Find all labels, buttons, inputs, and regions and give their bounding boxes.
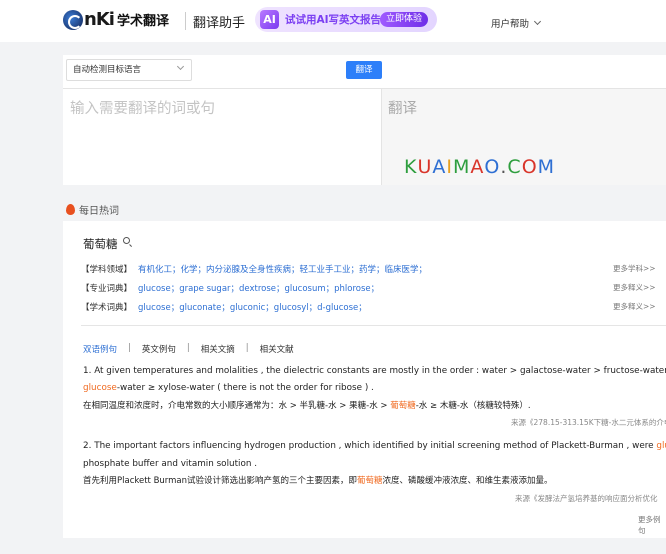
- more-examples-link[interactable]: 更多例句: [638, 514, 666, 536]
- highlight: 葡萄糖: [390, 401, 416, 411]
- user-help-label: 用户帮助: [491, 19, 530, 30]
- hot-words-title: 每日热词: [79, 206, 119, 217]
- example-1-source[interactable]: 来源《278.15-313.15K下糖-水二元体系的介电常数: [511, 417, 666, 428]
- highlight: glucos: [656, 441, 666, 451]
- example-1-en-line-2: glucose-water ≥ xylose-water ( there is …: [83, 381, 374, 396]
- more-meanings-link[interactable]: 更多释义>>: [613, 282, 656, 293]
- dict-row-professional: 【专业词典】 glucose；grape sugar；dextrose；gluc…: [81, 282, 661, 294]
- user-help-menu[interactable]: 用户帮助: [491, 16, 542, 30]
- dict-row-tag: 【专业词典】: [81, 284, 133, 294]
- dict-row-subject: 【学科领域】 有机化工；化学；内分泌腺及全身性疾病；轻工业手工业；药学；临床医学…: [81, 263, 661, 275]
- tab-related-abstracts[interactable]: 相关文摘: [201, 343, 235, 355]
- example-2-zh: 首先利用Plackett Burman试验设计筛选出影响产氢的三个主要因素，即葡…: [83, 474, 553, 489]
- ai-promo-banner[interactable]: AI 试试用AI写英文报告 立即体验: [255, 7, 437, 32]
- example-text: 在相同温度和浓度时，介电常数的大小顺序通常为：水 > 半乳糖-水 > 果糖-水 …: [83, 401, 391, 411]
- translation-output: 翻译 KUAIMAO.COM: [382, 88, 666, 185]
- source-placeholder: 输入需要翻译的词或句: [70, 101, 215, 117]
- translation-label: 翻译: [388, 101, 417, 117]
- daily-hot-words: 每日热词: [66, 202, 119, 217]
- source-text-input[interactable]: 输入需要翻译的词或句: [63, 88, 382, 185]
- divider: [81, 325, 666, 326]
- dict-row-items[interactable]: glucose；gluconate；gluconic；glucosyl；d-gl…: [138, 301, 367, 313]
- fire-icon: [66, 204, 75, 215]
- target-language-select[interactable]: 自动检测目标语言: [66, 59, 192, 81]
- translate-button[interactable]: 翻译: [346, 61, 382, 79]
- translate-panel: 自动检测目标语言 翻译 输入需要翻译的词或句 翻译 KUAIMAO.COM: [63, 55, 666, 185]
- highlight: 葡萄糖: [357, 476, 383, 486]
- example-text: 浓度、磷酸缓冲液浓度、和维生素液添加量。: [382, 476, 553, 486]
- chevron-down-icon: [176, 62, 185, 71]
- tab-separator: |: [128, 343, 131, 353]
- header-divider: [185, 12, 186, 30]
- example-text: 首先利用Plackett Burman试验设计筛选出影响产氢的三个主要因素，即: [83, 476, 358, 486]
- dict-row-academic: 【学术词典】 glucose；gluconate；gluconic；glucos…: [81, 301, 661, 313]
- example-text: -水 ≥ 木糖-水（核糖较特殊）.: [415, 401, 531, 411]
- ai-icon: AI: [260, 10, 279, 29]
- logo-title: 学术翻译: [116, 14, 169, 29]
- dict-row-items[interactable]: 有机化工；化学；内分泌腺及全身性疾病；轻工业手工业；药学；临床医学；: [138, 263, 427, 275]
- example-2-source[interactable]: 来源《发酵法产氢培养基的响应面分析优化: [515, 493, 658, 504]
- sub-title: 翻译助手: [193, 16, 246, 31]
- target-language-value: 自动检测目标语言: [73, 65, 142, 75]
- headword-text: 葡萄糖: [83, 237, 118, 251]
- tab-related-literature[interactable]: 相关文献: [260, 343, 294, 355]
- example-1-en-line-1: 1. At given temperatures and molalities …: [83, 366, 666, 376]
- watermark: KUAIMAO.COM: [404, 156, 556, 178]
- tab-separator: |: [186, 343, 190, 353]
- headword: 葡萄糖: [83, 236, 130, 252]
- cnki-logo[interactable]: nKi 学术翻译: [63, 9, 169, 30]
- example-2-en-line-2: phosphate buffer and vitamin solution .: [83, 459, 258, 469]
- dict-row-items[interactable]: glucose；grape sugar；dextrose；glucosum；ph…: [138, 282, 379, 294]
- search-icon[interactable]: [122, 237, 130, 244]
- dict-row-tag: 【学术词典】: [81, 303, 133, 313]
- highlight: glucose: [83, 383, 117, 393]
- example-1-zh: 在相同温度和浓度时，介电常数的大小顺序通常为：水 > 半乳糖-水 > 果糖-水 …: [83, 399, 531, 414]
- try-now-button[interactable]: 立即体验: [379, 12, 428, 27]
- promo-text: 试试用AI写英文报告: [285, 14, 382, 26]
- more-subjects-link[interactable]: 更多学科>>: [613, 263, 656, 274]
- tab-bilingual-examples[interactable]: 双语例句: [83, 343, 117, 355]
- example-text: 2. The important factors influencing hyd…: [83, 441, 657, 451]
- example-text: -water ≥ xylose-water ( there is not the…: [116, 383, 374, 393]
- dict-row-tag: 【学科领域】: [81, 265, 133, 275]
- tab-english-examples[interactable]: 英文例句: [142, 343, 176, 355]
- top-header: nKi 学术翻译 翻译助手 AI 试试用AI写英文报告 立即体验 用户帮助: [0, 0, 666, 42]
- example-2-en-line-1: 2. The important factors influencing hyd…: [83, 439, 666, 454]
- logo-text: nKi: [84, 9, 115, 30]
- more-meanings-link[interactable]: 更多释义>>: [613, 301, 656, 312]
- chevron-down-icon: [533, 17, 542, 26]
- example-tabs: 双语例句 | 英文例句 | 相关文摘 | 相关文献: [83, 343, 294, 355]
- result-card: 葡萄糖 【学科领域】 有机化工；化学；内分泌腺及全身性疾病；轻工业手工业；药学；…: [63, 221, 666, 538]
- cnki-logo-icon: [63, 9, 83, 30]
- tab-separator: |: [245, 343, 249, 353]
